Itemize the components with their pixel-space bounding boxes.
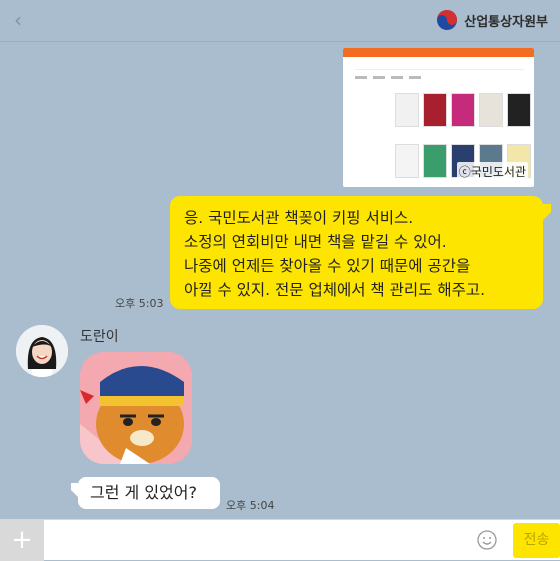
sticker-image[interactable] [80,352,192,464]
book-cover [423,93,447,127]
shared-screenshot[interactable]: ⓒ국민도서관 [343,48,534,187]
sender-name: 도란이 [80,329,119,345]
other-message-bubble: 그런 게 있었어? [71,477,220,509]
message-line: 아낄 수 있지. 전문 업체에서 책 관리도 해주고. [184,281,486,299]
my-message-time: 오후 5:03 [115,297,164,310]
emoji-icon[interactable] [477,530,497,550]
message-line: 나중에 언제든 찾아올 수 있기 때문에 공간을 [184,257,471,275]
message-line: 응. 국민도서관 책꽂이 키핑 서비스. [184,209,414,227]
message-text: 그런 게 있었어? [90,483,197,502]
book-cover [507,93,531,127]
org-name: 산업통상자원부 [464,14,548,30]
shot-nav [355,64,524,79]
avatar-icon [16,325,68,377]
message-line: 소정의 연회비만 내면 책을 맡길 수 있어. [184,233,447,251]
book-cover [479,93,503,127]
org-badge: 산업통상자원부 [436,9,548,31]
book-cover [395,144,419,178]
my-message-bubble: 응. 국민도서관 책꽂이 키핑 서비스. 소정의 연회비만 내면 책을 맡길 수… [170,196,551,309]
ryan-sticker-icon [80,352,192,464]
chevron-left-icon[interactable]: ‹ [14,8,22,32]
book-cover [451,93,475,127]
avatar[interactable] [16,325,68,377]
other-message-time: 오후 5:04 [226,499,275,512]
add-attachment-button[interactable]: + [0,520,44,561]
send-button[interactable]: 전송 [513,523,560,558]
chat-header: ‹ 산업통상자원부 [0,0,560,42]
book-cover [423,144,447,178]
message-composer: + 전송 [0,519,560,561]
book-cover [395,93,419,127]
taegeuk-logo [437,10,458,30]
watermark: ⓒ국민도서관 [456,162,528,181]
shot-header-bar [343,48,534,57]
